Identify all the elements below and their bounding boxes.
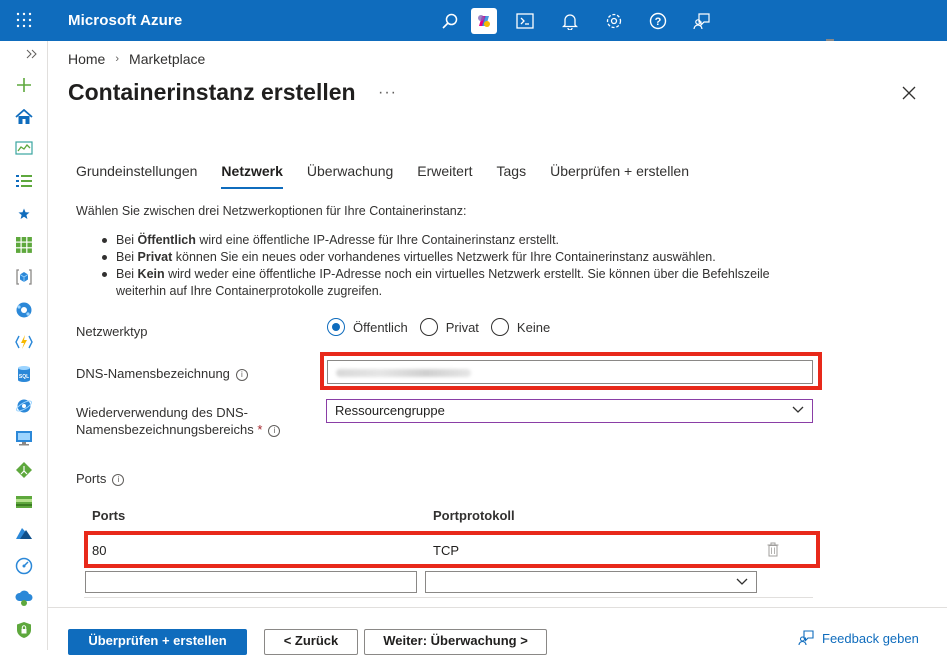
network-type-radio-group: Öffentlich Privat Keine bbox=[327, 318, 562, 336]
favorites-star-icon[interactable] bbox=[13, 203, 35, 225]
breadcrumb-separator: › bbox=[115, 53, 120, 65]
tab-grundeinstellungen[interactable]: Grundeinstellungen bbox=[76, 163, 197, 189]
svg-text:?: ? bbox=[655, 16, 662, 28]
cloud-shell-icon[interactable] bbox=[512, 8, 538, 34]
function-app-icon[interactable] bbox=[13, 331, 35, 353]
create-resource-icon[interactable] bbox=[13, 74, 35, 96]
close-icon[interactable] bbox=[900, 84, 918, 102]
footer-divider bbox=[48, 607, 947, 608]
app-services-icon[interactable] bbox=[13, 299, 35, 321]
monitor-icon[interactable] bbox=[13, 555, 35, 577]
radio-keine[interactable]: Keine bbox=[490, 318, 550, 336]
more-options-button[interactable]: ··· bbox=[378, 84, 397, 102]
dns-reuse-select[interactable]: Ressourcengruppe bbox=[326, 399, 813, 423]
tab-netzwerk[interactable]: Netzwerk bbox=[221, 163, 283, 189]
info-icon[interactable]: i bbox=[235, 368, 248, 381]
port-value: 80 bbox=[92, 543, 107, 558]
page-title: Containerinstanz erstellen bbox=[68, 79, 356, 105]
required-marker: * bbox=[257, 422, 263, 437]
tab-ueberpruefen-erstellen[interactable]: Überprüfen + erstellen bbox=[550, 163, 689, 189]
all-resources-icon[interactable] bbox=[13, 234, 35, 256]
ports-table-header: Ports Portprotokoll bbox=[84, 500, 813, 532]
table-divider bbox=[84, 597, 813, 598]
advisor-icon[interactable] bbox=[13, 587, 35, 609]
feedback-person-icon bbox=[798, 630, 814, 646]
tab-ueberwachung[interactable]: Überwachung bbox=[307, 163, 393, 189]
delete-trash-icon[interactable] bbox=[767, 542, 779, 557]
help-icon[interactable]: ? bbox=[645, 8, 671, 34]
list-item: Bei Öffentlich wird eine öffentliche IP-… bbox=[96, 232, 796, 249]
virtual-machines-icon[interactable] bbox=[13, 427, 35, 449]
brand-title[interactable]: Microsoft Azure bbox=[68, 12, 182, 29]
breadcrumb-home-link[interactable]: Home bbox=[68, 51, 105, 67]
redacted-value bbox=[336, 369, 471, 377]
dns-name-input[interactable] bbox=[327, 360, 813, 384]
tab-tags[interactable]: Tags bbox=[497, 163, 527, 189]
scroll-indicator bbox=[826, 39, 834, 41]
radio-privat[interactable]: Privat bbox=[419, 318, 479, 336]
resource-groups-icon[interactable] bbox=[13, 266, 35, 288]
intro-text: Wählen Sie zwischen drei Netzwerkoptione… bbox=[76, 204, 467, 218]
network-type-label: Netzwerktyp bbox=[76, 324, 148, 339]
storage-accounts-icon[interactable] bbox=[13, 491, 35, 513]
feedback-label[interactable]: Feedback geben bbox=[822, 631, 919, 646]
dashboard-icon[interactable] bbox=[13, 137, 35, 159]
waffle-menu-icon[interactable] bbox=[16, 12, 32, 28]
chevron-down-icon bbox=[792, 406, 804, 413]
dns-label: DNS-Namensbezeichnung i bbox=[76, 366, 248, 381]
list-item: Bei Privat können Sie ein neues oder vor… bbox=[96, 249, 796, 266]
svg-text:SQL: SQL bbox=[19, 374, 29, 380]
back-button[interactable]: < Zurück bbox=[264, 629, 358, 655]
sql-database-icon[interactable]: SQL bbox=[13, 363, 35, 385]
expand-menu-icon[interactable] bbox=[24, 47, 40, 61]
breadcrumb-marketplace-link[interactable]: Marketplace bbox=[129, 51, 205, 67]
review-create-button[interactable]: Überprüfen + erstellen bbox=[68, 629, 247, 655]
security-center-icon[interactable] bbox=[13, 619, 35, 641]
home-icon[interactable] bbox=[13, 106, 35, 128]
info-icon[interactable]: i bbox=[112, 473, 125, 486]
copilot-icon[interactable] bbox=[471, 8, 497, 34]
notifications-icon[interactable] bbox=[557, 8, 583, 34]
column-header-protocol: Portprotokoll bbox=[433, 508, 515, 523]
all-services-icon[interactable] bbox=[13, 170, 35, 192]
new-protocol-select[interactable] bbox=[425, 571, 757, 593]
column-header-ports: Ports bbox=[92, 508, 126, 523]
top-bar: Microsoft Azure ? bbox=[0, 0, 947, 41]
load-balancers-icon[interactable] bbox=[13, 459, 35, 481]
cosmos-db-icon[interactable] bbox=[13, 395, 35, 417]
feedback-link[interactable]: Feedback geben bbox=[798, 630, 919, 646]
list-item: Bei Kein wird weder eine öffentliche IP-… bbox=[96, 266, 796, 300]
search-icon[interactable] bbox=[437, 8, 463, 34]
tab-erweitert[interactable]: Erweitert bbox=[417, 163, 472, 189]
new-port-input[interactable] bbox=[85, 571, 417, 593]
next-button[interactable]: Weiter: Überwachung > bbox=[364, 629, 547, 655]
tab-strip: Grundeinstellungen Netzwerk Überwachung … bbox=[76, 163, 713, 189]
left-rail: SQL bbox=[0, 41, 48, 650]
chevron-down-icon bbox=[736, 578, 748, 585]
radio-oeffentlich[interactable]: Öffentlich bbox=[327, 318, 408, 336]
ports-label: Ports i bbox=[76, 471, 125, 486]
protocol-value: TCP bbox=[433, 543, 459, 558]
network-options-list: Bei Öffentlich wird eine öffentliche IP-… bbox=[96, 232, 796, 300]
virtual-networks-icon[interactable] bbox=[13, 523, 35, 545]
breadcrumb: Home › Marketplace bbox=[68, 51, 205, 67]
settings-gear-icon[interactable] bbox=[601, 8, 627, 34]
info-icon[interactable]: i bbox=[268, 424, 281, 437]
dns-reuse-label: Wiederverwendung des DNS- Namensbezeichn… bbox=[76, 404, 281, 438]
feedback-icon[interactable] bbox=[689, 8, 715, 34]
